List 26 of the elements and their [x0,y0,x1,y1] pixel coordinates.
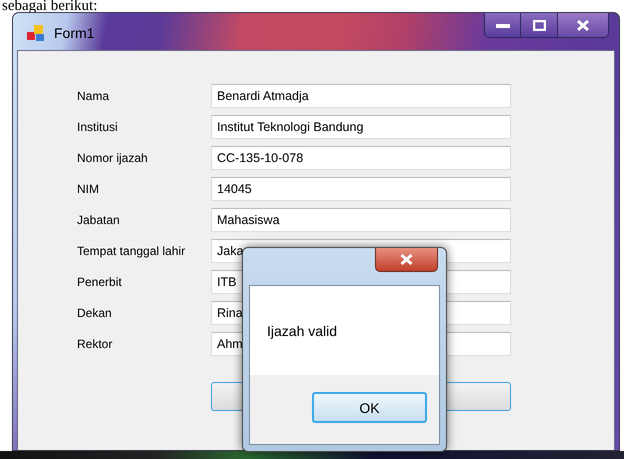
field-label: Nomor ijazah [77,151,149,165]
field-label: Rektor [77,337,114,351]
maximize-button[interactable] [521,13,558,37]
text-field[interactable]: CC-135-10-078 [211,146,511,170]
field-label: Nama [77,89,110,103]
text-field[interactable]: Mahasiswa [211,208,511,232]
maximize-icon [532,20,546,30]
field-label: Tempat tanggal lahir [77,244,186,258]
close-icon [577,20,589,30]
dialog-close-button[interactable] [375,248,438,272]
field-label: Institusi [77,120,119,134]
close-icon [400,254,413,265]
close-button[interactable] [558,13,608,37]
text-field[interactable]: 14045 [211,177,511,201]
field-label: Jabatan [77,213,121,227]
app-icon [27,24,45,42]
dialog-message: Ijazah valid [267,322,338,338]
text-field[interactable]: Institut Teknologi Bandung [211,115,511,139]
minimize-button[interactable] [485,13,521,37]
field-label: Dekan [77,306,113,320]
window-title: Form1 [54,25,94,41]
field-label: Penerbit [77,275,123,289]
ok-button[interactable]: OK [312,392,427,423]
minimize-icon [496,22,510,28]
text-field[interactable]: Benardi Atmadja [211,84,511,108]
field-label: NIM [77,182,100,196]
